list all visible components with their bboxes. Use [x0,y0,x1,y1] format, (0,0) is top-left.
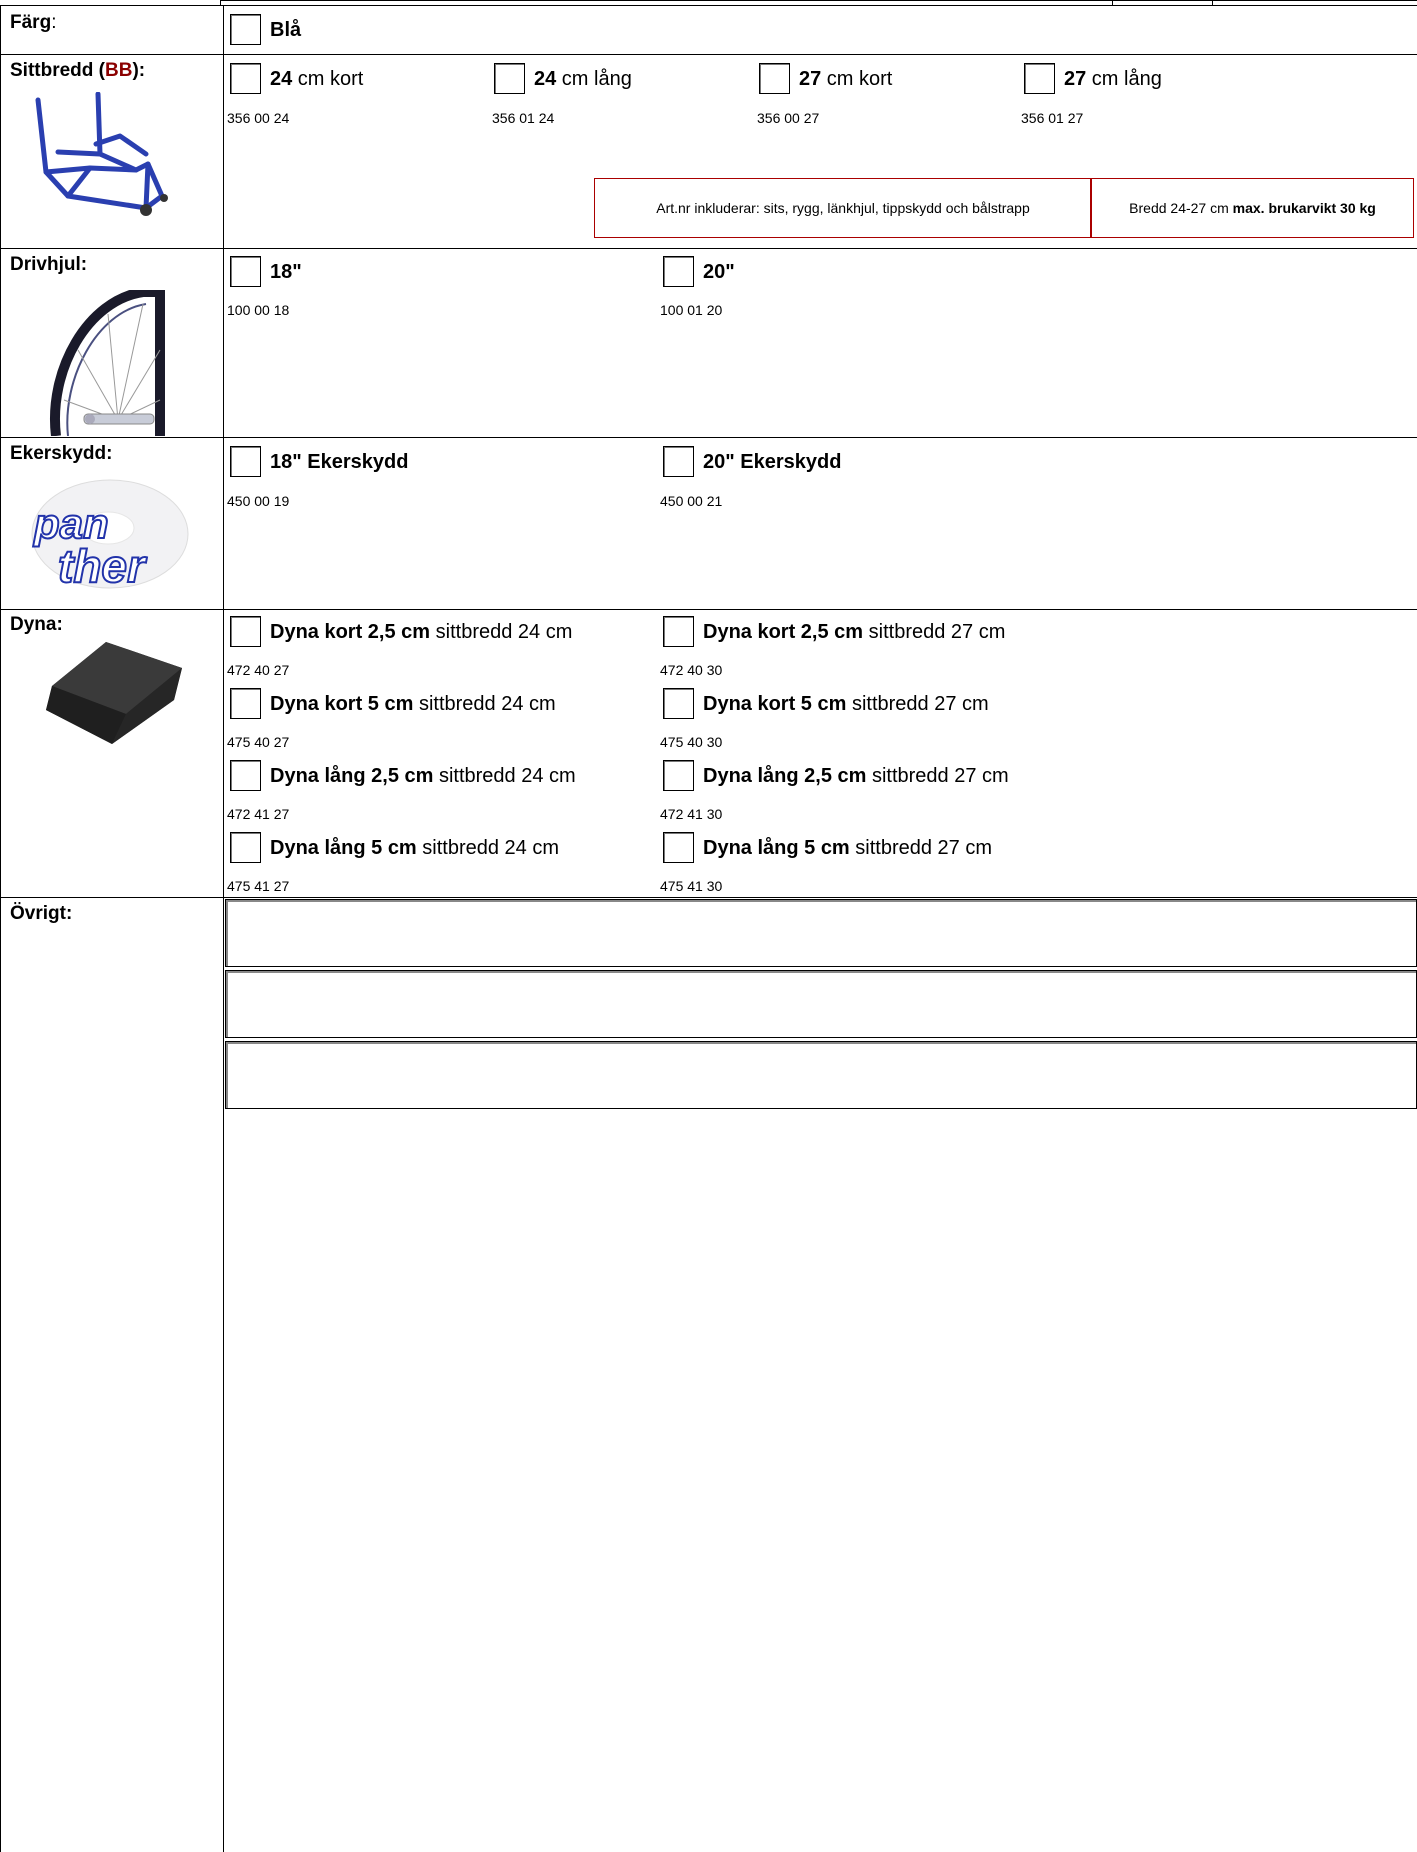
left-border [0,5,1,1852]
dyna-kort-5-27-code: 475 40 30 [660,734,723,750]
drive-wheel-image [50,290,165,436]
sittbredd-27-kort-checkbox[interactable] [759,63,790,94]
wheelchair-frame-image [35,92,168,216]
farg-bla-checkbox[interactable] [230,14,261,45]
column-divider [223,5,224,1852]
spoke-guard-logo-text-2: ther [58,540,147,590]
dyna-kort-5-27-checkbox[interactable] [663,688,694,719]
ekerskydd-18-checkbox[interactable] [230,446,261,477]
ovrigt-field-1[interactable] [225,899,1417,967]
row-divider-sittbredd [0,248,1417,249]
dyna-kort-25-27-code: 472 40 30 [660,662,723,678]
max-weight-note: Bredd 24-27 cm max. brukarvikt 30 kg [1090,178,1414,238]
sittbredd-24-kort-label: 24 cm kort [270,68,364,90]
dyna-lang-25-27-code: 472 41 30 [660,806,723,822]
drivhjul-label: Drivhjul: [10,254,88,275]
dyna-kort-25-27-label: Dyna kort 2,5 cm sittbredd 27 cm [703,621,1006,643]
sittbredd-24-lang-checkbox[interactable] [494,63,525,94]
dyna-lang-5-27-checkbox[interactable] [663,832,694,863]
top-header-line [220,0,1417,1]
dyna-lang-25-27-checkbox[interactable] [663,760,694,791]
dyna-lang-25-24-label: Dyna lång 2,5 cm sittbredd 24 cm [270,765,576,787]
dyna-kort-25-24-label: Dyna kort 2,5 cm sittbredd 24 cm [270,621,573,643]
row-divider-dyna [0,897,1417,898]
top-header-divider-3 [1212,0,1213,6]
sittbredd-27-lang-checkbox[interactable] [1024,63,1055,94]
dyna-lang-25-24-code: 472 41 27 [227,806,290,822]
sittbredd-27-lang-label: 27 cm lång [1064,68,1162,90]
ekerskydd-18-label: 18" Ekerskydd [270,451,409,473]
ovrigt-label: Övrigt: [10,903,73,924]
ekerskydd-label: Ekerskydd: [10,443,113,464]
sittbredd-27-kort-label: 27 cm kort [799,68,893,90]
drivhjul-18-checkbox[interactable] [230,256,261,287]
article-includes-note: Art.nr inkluderar: sits, rygg, länkhjul,… [594,178,1092,238]
sittbredd-24-lang-code: 356 01 24 [492,110,555,126]
dyna-kort-5-24-checkbox[interactable] [230,688,261,719]
row-divider-drivhjul [0,437,1417,438]
dyna-kort-25-24-code: 472 40 27 [227,662,290,678]
drivhjul-18-label: 18" [270,261,302,283]
sittbredd-label: Sittbredd (BB): [10,60,146,81]
dyna-lang-5-27-code: 475 41 30 [660,878,723,894]
dyna-lang-25-24-checkbox[interactable] [230,760,261,791]
sittbredd-27-kort-code: 356 00 27 [757,110,820,126]
row-divider-ekerskydd [0,609,1417,610]
farg-bla-option-label: Blå [270,19,302,41]
dyna-kort-5-24-code: 475 40 27 [227,734,290,750]
dyna-lang-5-27-label: Dyna lång 5 cm sittbredd 27 cm [703,837,993,859]
drivhjul-20-checkbox[interactable] [663,256,694,287]
drivhjul-18-code: 100 00 18 [227,302,290,318]
top-header-divider-1 [220,0,221,6]
ovrigt-field-3[interactable] [225,1041,1417,1109]
sittbredd-24-kort-checkbox[interactable] [230,63,261,94]
ekerskydd-20-code: 450 00 21 [660,493,723,509]
dyna-kort-5-24-label: Dyna kort 5 cm sittbredd 24 cm [270,693,556,715]
dyna-lang-5-24-checkbox[interactable] [230,832,261,863]
drivhjul-20-code: 100 01 20 [660,302,723,318]
ovrigt-field-2[interactable] [225,970,1417,1038]
cushion-image [46,642,182,744]
sittbredd-27-lang-code: 356 01 27 [1021,110,1084,126]
ekerskydd-18-code: 450 00 19 [227,493,290,509]
ekerskydd-20-label: 20" Ekerskydd [703,451,842,473]
sittbredd-24-kort-code: 356 00 24 [227,110,290,126]
dyna-kort-5-27-label: Dyna kort 5 cm sittbredd 27 cm [703,693,989,715]
dyna-lang-25-27-label: Dyna lång 2,5 cm sittbredd 27 cm [703,765,1009,787]
drivhjul-20-label: 20" [703,261,735,283]
dyna-lang-5-24-label: Dyna lång 5 cm sittbredd 24 cm [270,837,560,859]
ekerskydd-20-checkbox[interactable] [663,446,694,477]
dyna-kort-25-27-checkbox[interactable] [663,616,694,647]
top-header-divider-2 [1112,0,1113,6]
top-border [0,5,1417,6]
spoke-guard-image: pan ther [31,479,189,590]
dyna-label: Dyna: [10,614,63,635]
row-divider-farg [0,54,1417,55]
farg-label: Färg: [10,12,57,33]
sittbredd-24-lang-label: 24 cm lång [534,68,632,90]
dyna-lang-5-24-code: 475 41 27 [227,878,290,894]
dyna-kort-25-24-checkbox[interactable] [230,616,261,647]
